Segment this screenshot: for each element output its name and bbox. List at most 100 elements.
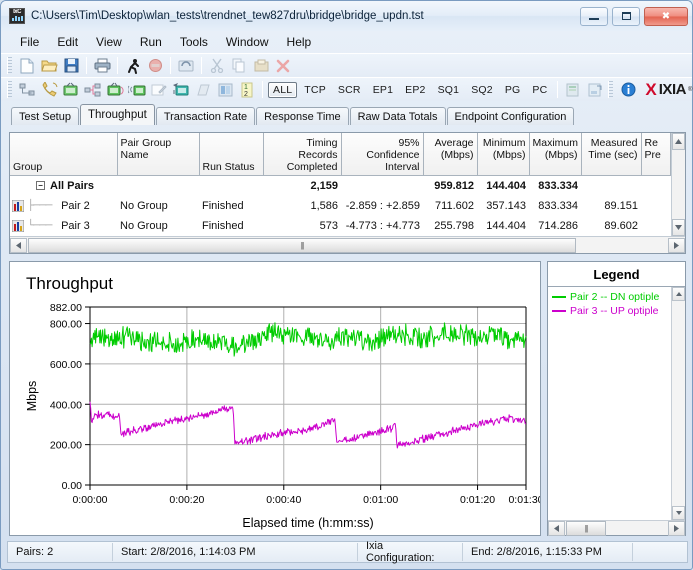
close-button[interactable]: ✖ xyxy=(644,6,688,26)
export-icon[interactable] xyxy=(562,80,584,100)
col-confidence-interval[interactable]: 95% Confidence Interval xyxy=(341,133,424,176)
toolbar-grip[interactable] xyxy=(7,81,12,98)
open-folder-icon[interactable] xyxy=(38,56,60,76)
table-row[interactable]: ├─── Pair 2 No Group Finished 1,586 -2.85… xyxy=(10,196,670,216)
menu-label: Window xyxy=(225,35,269,49)
paste-icon[interactable] xyxy=(250,56,272,76)
tab-endpoint-configuration[interactable]: Endpoint Configuration xyxy=(446,107,575,125)
add-multicast-group-icon[interactable] xyxy=(82,80,104,100)
col-maximum-mbps[interactable]: Maximum (Mbps) xyxy=(529,133,582,176)
col-timing-records-completed[interactable]: Timing Records Completed xyxy=(263,133,342,176)
validate-icon[interactable] xyxy=(214,80,236,100)
col-pair-group-name[interactable]: Pair Group Name xyxy=(117,133,200,176)
col-run-status[interactable]: Run Status xyxy=(199,133,264,176)
report-icon[interactable] xyxy=(584,80,606,100)
legend-scroll-up-button[interactable] xyxy=(672,287,685,301)
maximize-button[interactable] xyxy=(612,6,640,26)
cell-minimum: 144.404 xyxy=(486,179,526,192)
table-row[interactable]: └─── Pair 3 No Group Finished 573 -4.773 … xyxy=(10,216,670,236)
add-video-multicast-pair-icon[interactable] xyxy=(126,80,148,100)
filter-tcp-button[interactable]: TCP xyxy=(299,83,331,97)
tab-throughput[interactable]: Throughput xyxy=(79,104,155,125)
menu-item-help[interactable]: Help xyxy=(278,33,321,51)
legend-scroll-track[interactable] xyxy=(672,301,685,506)
scroll-track[interactable] xyxy=(671,150,685,219)
cell-measured-time xyxy=(581,176,641,196)
col-minimum-mbps[interactable]: Minimum (Mbps) xyxy=(477,133,530,176)
pair-chart-icon[interactable] xyxy=(12,219,24,232)
toolbar-grip[interactable] xyxy=(608,81,614,98)
add-pair-icon[interactable] xyxy=(16,80,38,100)
delete-icon[interactable] xyxy=(272,56,294,76)
menu-item-run[interactable]: Run xyxy=(131,33,171,51)
edit-pair-icon[interactable] xyxy=(148,80,170,100)
menu-item-edit[interactable]: Edit xyxy=(48,33,87,51)
minimize-button[interactable] xyxy=(580,6,608,26)
add-multicast-pair-icon[interactable] xyxy=(104,80,126,100)
col-relative-precision[interactable]: Re Pre xyxy=(641,133,671,176)
hscroll-thumb[interactable]: ||| xyxy=(28,237,576,253)
scroll-down-button[interactable] xyxy=(671,219,685,236)
copy-pair-icon[interactable] xyxy=(192,80,214,100)
filter-all-button[interactable]: ALL xyxy=(268,81,298,98)
legend-scroll-left-button[interactable] xyxy=(548,520,565,536)
print-icon[interactable] xyxy=(91,56,113,76)
add-video-pair-icon[interactable] xyxy=(60,80,82,100)
new-icon[interactable] xyxy=(16,56,38,76)
filter-sq1-button[interactable]: SQ1 xyxy=(433,83,465,97)
scroll-left-button[interactable] xyxy=(10,237,27,253)
legend-item-pair-3[interactable]: Pair 3 -- UP optiple xyxy=(552,304,671,318)
legend-hscroll-thumb[interactable]: ||| xyxy=(566,520,606,536)
tab-raw-data-totals[interactable]: Raw Data Totals xyxy=(349,107,446,125)
tab-test-setup[interactable]: Test Setup xyxy=(11,107,79,125)
cut-icon[interactable] xyxy=(206,56,228,76)
legend-body: Pair 2 -- DN optiple Pair 3 -- UP optipl… xyxy=(548,287,685,520)
col-measured-time-sec[interactable]: Measured Time (sec) xyxy=(581,133,642,176)
filter-pc-button[interactable]: PC xyxy=(527,83,552,97)
cell-confidence: -4.773 : +4.773 xyxy=(345,219,420,232)
legend-scroll-down-button[interactable] xyxy=(672,506,685,520)
swap-endpoints-icon[interactable] xyxy=(170,80,192,100)
number-pairs-icon[interactable]: 12 xyxy=(236,80,258,100)
menu-label: File xyxy=(20,35,40,49)
grid-vertical-scrollbar[interactable] xyxy=(670,133,685,236)
table-row[interactable]: − All Pairs 2,159 959.812 144.404 833.334 xyxy=(10,176,670,196)
run-icon[interactable] xyxy=(122,56,144,76)
status-spacer xyxy=(633,543,687,561)
menu-item-view[interactable]: View xyxy=(87,33,131,51)
col-group[interactable]: Group xyxy=(10,133,118,176)
expander-icon[interactable]: − xyxy=(36,181,45,191)
throughput-chart[interactable]: 0.00 200.00 400.00 600.00 800.00 882.00 0:00:0… xyxy=(10,262,540,535)
add-voip-pair-icon[interactable] xyxy=(38,80,60,100)
toolbar-grip[interactable] xyxy=(7,57,12,74)
cell-average: 255.798 xyxy=(434,219,474,232)
legend-scroll-right-button[interactable] xyxy=(668,520,685,536)
info-icon[interactable] xyxy=(617,80,639,100)
pair-chart-icon[interactable] xyxy=(12,199,24,212)
filter-sq2-button[interactable]: SQ2 xyxy=(466,83,498,97)
grid-horizontal-scrollbar[interactable]: ||| xyxy=(10,236,685,253)
filter-ep2-button[interactable]: EP2 xyxy=(400,83,430,97)
scroll-up-button[interactable] xyxy=(671,133,685,150)
tab-transaction-rate[interactable]: Transaction Rate xyxy=(155,107,256,125)
save-icon[interactable] xyxy=(60,56,82,76)
filter-pg-button[interactable]: PG xyxy=(500,83,526,97)
legend-vertical-scrollbar[interactable] xyxy=(671,287,685,520)
toolbar-standard xyxy=(1,53,692,77)
filter-ep1-button[interactable]: EP1 xyxy=(368,83,398,97)
menu-item-file[interactable]: File xyxy=(11,33,48,51)
cell-minimum: 144.404 xyxy=(486,219,526,232)
cell-relative-precision xyxy=(641,196,670,216)
tab-response-time[interactable]: Response Time xyxy=(256,107,349,125)
refresh-icon[interactable] xyxy=(175,56,197,76)
menu-item-window[interactable]: Window xyxy=(217,33,278,51)
scroll-right-button[interactable] xyxy=(668,237,685,253)
filter-scr-button[interactable]: SCR xyxy=(333,83,366,97)
col-average-mbps[interactable]: Average (Mbps) xyxy=(423,133,478,176)
legend-horizontal-scrollbar[interactable]: ||| xyxy=(548,520,685,536)
menu-label: Tools xyxy=(179,35,208,49)
legend-item-pair-2[interactable]: Pair 2 -- DN optiple xyxy=(552,290,671,304)
copy-icon[interactable] xyxy=(228,56,250,76)
menu-item-tools[interactable]: Tools xyxy=(171,33,217,51)
stop-icon[interactable] xyxy=(144,56,166,76)
